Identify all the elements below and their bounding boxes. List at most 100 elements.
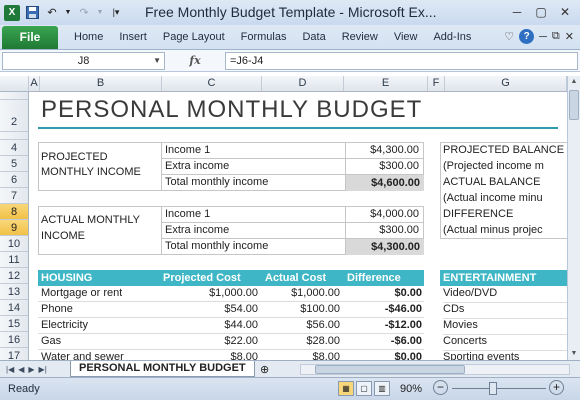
vertical-scrollbar[interactable]: ▲ ▼ [567,76,580,360]
total-income-label[interactable]: Total monthly income [165,176,268,188]
file-tab[interactable]: File [2,25,58,49]
insert-sheet-icon[interactable]: ⊕ [255,363,275,376]
save-icon[interactable] [24,5,40,21]
row-header[interactable]: 4 [0,140,29,156]
zoom-in-icon[interactable]: + [549,380,564,395]
row-header[interactable]: 16 [0,332,29,348]
column-header[interactable]: D [262,76,344,91]
list-item[interactable]: Movies [443,319,567,335]
extra-income-value[interactable]: $300.00 [347,224,419,236]
tab-data[interactable]: Data [294,31,333,43]
extra-income-value[interactable]: $300.00 [347,160,419,172]
first-sheet-icon[interactable]: |◀ [6,365,14,374]
difference-header[interactable]: Difference [347,270,401,286]
tab-add-ins[interactable]: Add-Ins [425,31,479,43]
tab-review[interactable]: Review [334,31,386,43]
prev-sheet-icon[interactable]: ◀ [18,365,24,374]
tab-view[interactable]: View [386,31,426,43]
projected-income-label[interactable]: MONTHLY INCOME [41,166,141,178]
row-header[interactable]: 6 [0,172,29,188]
table-row[interactable]: Phone $54.00 $100.00 -$46.00 [38,302,424,318]
undo-dropdown-icon[interactable]: ▼ [64,5,72,21]
column-header[interactable]: B [40,76,162,91]
tab-page-layout[interactable]: Page Layout [155,31,233,43]
workbook-close-icon[interactable]: ✕ [565,30,574,43]
close-icon[interactable]: ✕ [554,3,576,21]
column-header[interactable]: G [445,76,567,91]
row-header[interactable]: 11 [0,252,29,268]
row-header[interactable]: 14 [0,300,29,316]
row-header[interactable]: 9 [0,220,29,236]
income1-value[interactable]: $4,300.00 [347,144,419,156]
column-header[interactable]: A [29,76,40,91]
select-all-corner[interactable] [0,76,29,91]
scroll-down-icon[interactable]: ▼ [568,348,580,360]
minimize-ribbon-icon[interactable]: ♡ [504,30,514,43]
difference-label[interactable]: DIFFERENCE [443,208,513,220]
actual-income-label[interactable]: INCOME [41,230,85,242]
row-header[interactable]: 3 [0,132,29,140]
name-box[interactable]: J8 ▼ [2,51,165,70]
actual-income-label[interactable]: ACTUAL MONTHLY [41,214,140,226]
column-header[interactable]: E [344,76,428,91]
row-header[interactable]: 8 [0,204,29,220]
actual-cost-header[interactable]: Actual Cost [265,270,326,286]
scroll-up-icon[interactable]: ▲ [568,76,580,88]
last-sheet-icon[interactable]: ▶| [39,365,47,374]
list-item[interactable]: Sporting events [443,351,567,360]
total-income-value[interactable]: $4,600.00 [346,175,424,191]
undo-icon[interactable]: ↶ [44,5,60,21]
customize-toolbar-icon[interactable]: |▾ [108,5,124,21]
row-header[interactable]: 12 [0,268,29,284]
chevron-down-icon[interactable]: ▼ [153,53,161,69]
row-header[interactable]: 15 [0,316,29,332]
zoom-level[interactable]: 90% [400,383,422,395]
page-title[interactable]: PERSONAL MONTHLY BUDGET [41,96,422,124]
page-break-view-icon[interactable]: ▥ [374,381,390,396]
zoom-slider-thumb[interactable] [489,382,497,395]
normal-view-icon[interactable]: ▦ [338,381,354,396]
formula-input[interactable]: =J6-J4 [225,51,578,70]
extra-income-label[interactable]: Extra income [165,160,229,172]
scroll-thumb[interactable] [315,365,465,374]
insert-function-icon[interactable]: fx [165,54,225,67]
tab-insert[interactable]: Insert [111,31,155,43]
zoom-out-icon[interactable]: − [433,380,448,395]
table-row[interactable]: Gas $22.00 $28.00 -$6.00 [38,334,424,350]
list-item[interactable]: CDs [443,303,567,319]
income1-label[interactable]: Income 1 [165,208,210,220]
redo-dropdown-icon[interactable]: ▼ [96,5,104,21]
row-header[interactable]: 1 [0,92,29,100]
row-header[interactable]: 2 [0,100,29,132]
projected-cost-header[interactable]: Projected Cost [163,270,241,286]
worksheet-grid[interactable]: PERSONAL MONTHLY BUDGET PROJECTED MONTHL… [29,92,567,360]
projected-balance-note[interactable]: (Projected income m [443,160,544,172]
tab-formulas[interactable]: Formulas [233,31,295,43]
horizontal-scrollbar[interactable] [300,364,570,375]
scroll-thumb[interactable] [569,90,579,120]
page-layout-view-icon[interactable]: ▢ [356,381,372,396]
tab-home[interactable]: Home [66,31,111,43]
list-item[interactable]: Concerts [443,335,567,351]
income1-label[interactable]: Income 1 [165,144,210,156]
next-sheet-icon[interactable]: ▶ [28,365,34,374]
income1-value[interactable]: $4,000.00 [347,208,419,220]
projected-balance-label[interactable]: PROJECTED BALANCE [443,144,564,156]
zoom-slider-track[interactable] [452,388,546,389]
excel-logo-icon[interactable]: X [4,4,20,21]
actual-balance-note[interactable]: (Actual income minu [443,192,543,204]
minimize-icon[interactable]: ─ [506,3,528,21]
table-row[interactable]: Water and sewer $8.00 $8.00 $0.00 [38,350,424,360]
list-item[interactable]: Video/DVD [443,287,567,303]
total-income-label[interactable]: Total monthly income [165,240,268,252]
actual-balance-label[interactable]: ACTUAL BALANCE [443,176,540,188]
row-header[interactable]: 10 [0,236,29,252]
total-income-value[interactable]: $4,300.00 [346,239,424,255]
table-row[interactable]: Mortgage or rent $1,000.00 $1,000.00 $0.… [38,286,424,302]
table-row[interactable]: Electricity $44.00 $56.00 -$12.00 [38,318,424,334]
column-header[interactable]: C [162,76,262,91]
sheet-tab-personal-monthly-budget[interactable]: PERSONAL MONTHLY BUDGET [70,361,255,377]
workbook-restore-icon[interactable]: ⧉ [552,30,560,43]
redo-icon[interactable]: ↷ [76,5,92,21]
housing-header[interactable]: HOUSING [41,270,92,286]
